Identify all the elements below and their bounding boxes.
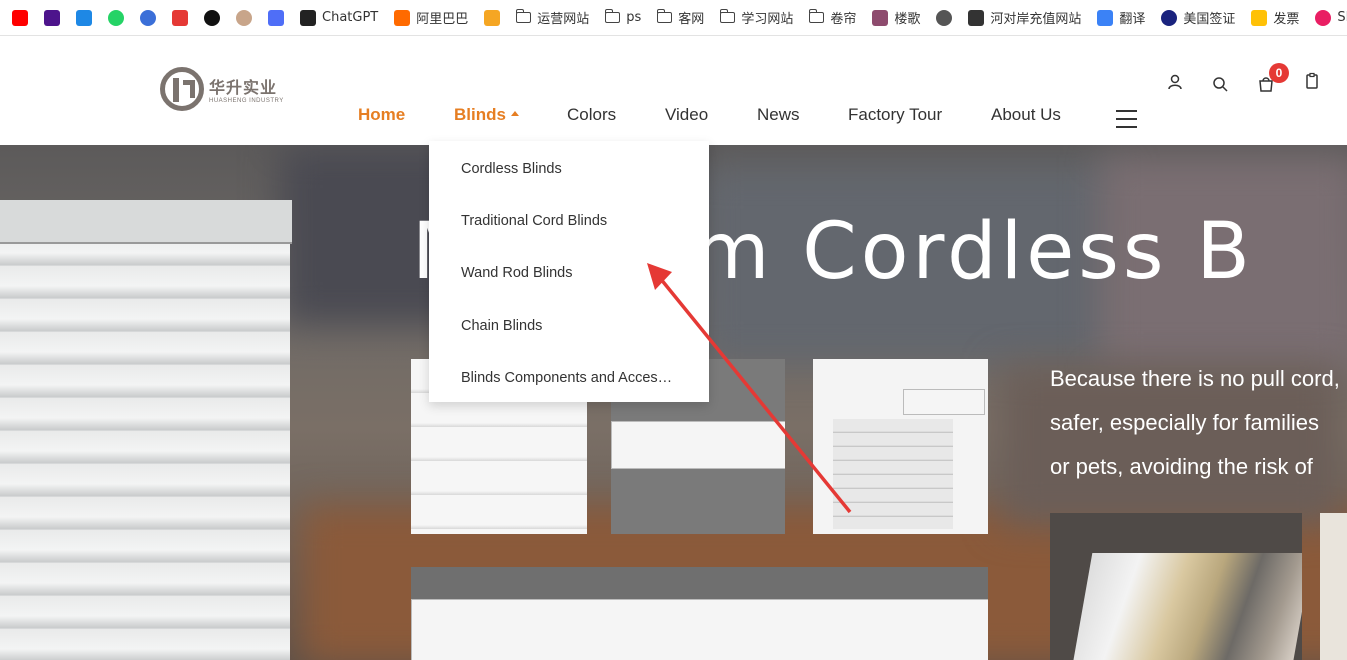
bookmark-item[interactable]: ChatGPT xyxy=(300,9,379,26)
youtube-icon xyxy=(12,9,28,26)
nav-factory-tour[interactable]: Factory Tour xyxy=(848,105,942,125)
bookmark-item[interactable]: 翻译 xyxy=(1097,8,1145,27)
bookmark-label: 楼歌 xyxy=(894,12,921,27)
bookmark-label: ps xyxy=(626,10,642,25)
menu-item-wand-rod-blinds[interactable]: Wand Rod Blinds xyxy=(461,265,673,281)
alibaba-icon xyxy=(394,9,411,26)
logo[interactable]: 华升实业 HUASHENG INDUSTRY xyxy=(160,67,284,111)
bookmark-item[interactable]: 学习网站 xyxy=(719,8,794,27)
bookmark-item[interactable] xyxy=(44,9,60,26)
bookmark-item[interactable]: 阿里巴巴 xyxy=(394,8,468,27)
bookmark-item[interactable]: 楼歌 xyxy=(872,8,920,27)
product-photo-3 xyxy=(813,359,988,534)
cart-count-badge: 0 xyxy=(1269,63,1289,83)
site-header: 华升实业 HUASHENG INDUSTRY Home Blinds Color… xyxy=(0,37,1347,145)
color-swatch-photo-2 xyxy=(1320,513,1347,660)
translate2-icon xyxy=(1097,9,1114,26)
bookmark-item[interactable] xyxy=(108,9,124,26)
logo-mark-icon xyxy=(160,67,204,111)
whatsapp-icon xyxy=(108,9,124,26)
site-icon xyxy=(968,9,985,26)
invoice-icon xyxy=(1251,9,1268,26)
bookmark-item[interactable] xyxy=(12,9,28,26)
avatar-icon xyxy=(236,9,252,26)
search-icon[interactable] xyxy=(1211,75,1229,93)
hero-text-line-3: or pets, avoiding the risk of xyxy=(1050,454,1313,479)
clipboard-icon[interactable] xyxy=(1303,72,1321,90)
nav-video[interactable]: Video xyxy=(665,105,708,125)
app-icon xyxy=(140,9,156,26)
openai-icon xyxy=(204,9,220,26)
bookmark-label: 翻译 xyxy=(1119,12,1146,27)
chatgpt-icon xyxy=(300,9,316,26)
swirl-icon xyxy=(268,9,284,26)
hero-text-line-2: safer, especially for families xyxy=(1050,410,1319,435)
lougou-icon xyxy=(872,9,889,26)
bookmark-label: ChatGPT xyxy=(322,10,379,25)
logo-cn-text: 华升实业 xyxy=(209,78,278,97)
nav-colors[interactable]: Colors xyxy=(567,105,616,125)
nav-blinds-label: Blinds xyxy=(454,105,506,124)
seal-icon xyxy=(1161,9,1178,26)
bookmark-label: 发票 xyxy=(1273,12,1300,27)
bookmarks-bar: ChatGPT 阿里巴巴 运营网站 ps 客网 学习网站 卷帘 楼歌 河对岸充值网站 翻译 美国签证… xyxy=(0,0,1347,36)
menu-item-blinds-components[interactable]: Blinds Components and Accessories xyxy=(461,370,673,386)
bookmark-item[interactable]: 客网 xyxy=(656,8,705,27)
bookmark-item[interactable] xyxy=(484,9,501,26)
blinds-dropdown-menu: Cordless Blinds Traditional Cord Blinds … xyxy=(429,141,709,402)
bookmark-item[interactable] xyxy=(936,9,953,26)
blinds-headrail xyxy=(0,200,292,244)
logo-en-text: HUASHENG INDUSTRY xyxy=(209,98,284,104)
caret-up-icon xyxy=(510,111,519,117)
bookmark-item[interactable]: 河对岸充值网站 xyxy=(968,8,1081,27)
bookmark-label: 美国签证 xyxy=(1183,12,1236,27)
bookmark-item[interactable]: 美国签证 xyxy=(1161,8,1235,27)
nav-home[interactable]: Home xyxy=(358,105,405,125)
nav-about-us[interactable]: About Us xyxy=(991,105,1061,125)
bookmark-item[interactable] xyxy=(268,9,284,26)
bookmark-item[interactable] xyxy=(172,9,188,26)
bookmark-item[interactable]: 发票 xyxy=(1251,8,1299,27)
bookmark-label: 客网 xyxy=(678,12,705,27)
folder-icon xyxy=(808,9,825,23)
menu-item-traditional-cord-blinds[interactable]: Traditional Cord Blinds xyxy=(461,213,673,229)
bookmark-label: SME xyxy=(1337,10,1347,25)
nav-blinds[interactable]: Blinds xyxy=(454,105,519,125)
bookmark-label: 学习网站 xyxy=(741,12,794,27)
nav-news[interactable]: News xyxy=(757,105,800,125)
user-icon[interactable] xyxy=(1166,73,1184,91)
product-photo-4 xyxy=(411,567,988,660)
bookmark-label: 卷帘 xyxy=(830,12,857,27)
sme-icon xyxy=(1315,9,1332,26)
bookmark-label: 河对岸充值网站 xyxy=(990,12,1082,27)
folder-icon xyxy=(719,9,736,23)
fedex-icon xyxy=(44,9,60,26)
shop-icon xyxy=(484,9,501,26)
bookmark-label: 运营网站 xyxy=(537,12,590,27)
folder-icon xyxy=(656,9,673,23)
blinds-photo xyxy=(0,200,290,660)
bookmark-item[interactable]: ps xyxy=(604,9,642,25)
menu-item-cordless-blinds[interactable]: Cordless Blinds xyxy=(461,161,673,177)
globe-icon xyxy=(936,9,953,26)
bookmark-item[interactable] xyxy=(140,9,156,26)
color-swatch-photo xyxy=(1050,513,1302,660)
menu-item-chain-blinds[interactable]: Chain Blinds xyxy=(461,318,673,334)
bookmark-item[interactable]: SME xyxy=(1315,9,1347,26)
heart-icon xyxy=(172,9,188,26)
translate-icon xyxy=(76,9,92,26)
bookmark-item[interactable]: 卷帘 xyxy=(808,8,857,27)
bookmark-item[interactable] xyxy=(76,9,92,26)
folder-icon xyxy=(604,9,621,23)
folder-icon xyxy=(515,9,532,23)
bookmark-label: 阿里巴巴 xyxy=(416,12,469,27)
hero-text-line-1: Because there is no pull cord, xyxy=(1050,366,1340,391)
bookmark-item[interactable] xyxy=(204,9,220,26)
menu-icon[interactable] xyxy=(1116,110,1137,128)
bookmark-item[interactable]: 运营网站 xyxy=(515,8,590,27)
bookmark-item[interactable] xyxy=(236,9,252,26)
